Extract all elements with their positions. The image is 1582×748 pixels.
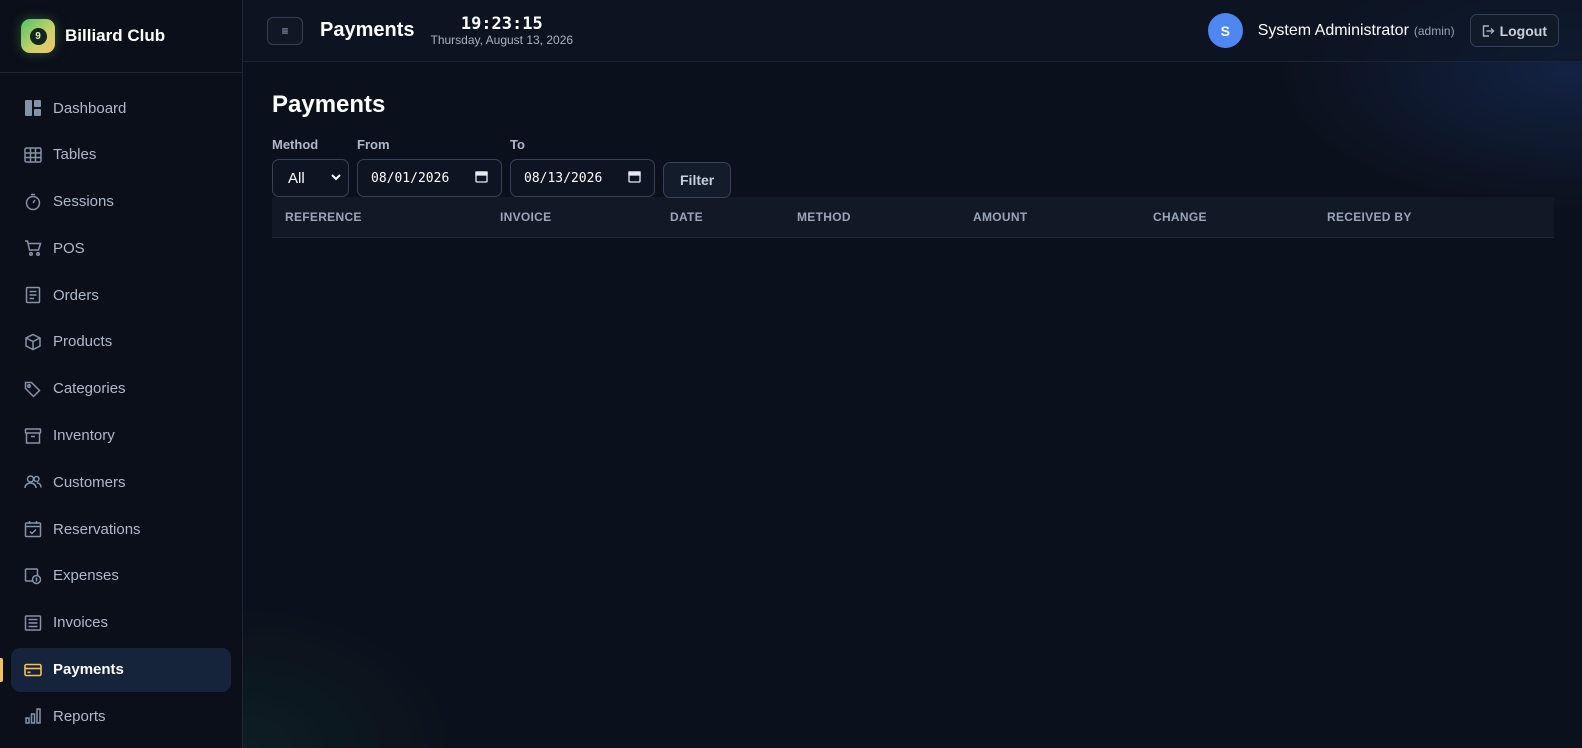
sidebar-item-reports[interactable]: Reports <box>11 694 231 738</box>
box-icon <box>23 332 43 352</box>
user-name: System Administrator <box>1257 21 1409 39</box>
sidebar-item-label: Payments <box>53 661 124 679</box>
clock: 19:23:15 Thursday, August 13, 2026 <box>431 15 574 47</box>
sidebar-item-expenses[interactable]: Expenses <box>11 554 231 598</box>
from-field: From 08/01/2026 <box>357 137 502 197</box>
menu-toggle-button[interactable]: ≡ <box>267 16 303 45</box>
column-header-date[interactable]: DATE <box>657 210 784 224</box>
column-header-method[interactable]: METHOD <box>784 210 960 224</box>
bar-chart-icon <box>23 706 43 726</box>
column-header-reference[interactable]: REFERENCE <box>272 210 487 224</box>
sidebar-item-label: Inventory <box>53 427 115 445</box>
sidebar-item-pos[interactable]: POS <box>11 226 231 270</box>
calendar-icon[interactable] <box>475 170 488 187</box>
logout-label: Logout <box>1499 22 1547 39</box>
calendar-icon[interactable] <box>628 170 641 187</box>
method-select[interactable]: All <box>272 159 349 197</box>
sidebar-item-label: Tables <box>53 146 97 164</box>
sidebar-item-payments[interactable]: Payments <box>0 647 231 692</box>
clock-time: 19:23:15 <box>460 13 543 34</box>
to-date-value: 08/13/2026 <box>524 170 603 186</box>
sidebar-item-label: Expenses <box>53 567 119 585</box>
from-date-input[interactable]: 08/01/2026 <box>357 159 502 197</box>
main-area: ≡ Payments 19:23:15 Thursday, August 13,… <box>243 0 1582 748</box>
calendar-check-icon <box>23 519 43 539</box>
receipt-icon <box>23 285 43 305</box>
logo-glyph: 9 <box>29 27 47 45</box>
cart-icon <box>23 238 43 258</box>
payments-table: REFERENCE INVOICE DATE METHOD AMOUNT CHA… <box>272 197 1554 238</box>
brand[interactable]: 9 Billiard Club <box>0 0 242 73</box>
sidebar-item-products[interactable]: Products <box>11 320 231 364</box>
sidebar-item-sessions[interactable]: Sessions <box>11 180 231 224</box>
sidebar-item-dashboard[interactable]: Dashboard <box>11 86 231 130</box>
sidebar-item-label: POS <box>53 239 85 257</box>
to-label: To <box>510 137 525 152</box>
sidebar-nav: Dashboard Tables Sessions POS Orders Pro… <box>0 73 242 738</box>
filter-button[interactable]: Filter <box>663 162 732 198</box>
credit-card-icon <box>23 660 43 680</box>
method-value: All <box>288 169 305 187</box>
sidebar-item-label: Reservations <box>53 520 141 538</box>
sidebar-item-reservations[interactable]: Reservations <box>11 507 231 551</box>
dashboard-icon <box>23 98 43 118</box>
sidebar-item-orders[interactable]: Orders <box>11 273 231 317</box>
clock-date: Thursday, August 13, 2026 <box>430 32 574 47</box>
sidebar-item-tables[interactable]: Tables <box>11 133 231 177</box>
sidebar-item-label: Categories <box>53 380 126 398</box>
sidebar-item-label: Customers <box>53 473 126 491</box>
sidebar-item-label: Products <box>53 333 113 351</box>
expense-icon <box>23 566 43 586</box>
hamburger-icon: ≡ <box>281 23 289 38</box>
to-field: To 08/13/2026 <box>510 137 655 197</box>
logout-icon <box>1481 24 1495 38</box>
topbar: ≡ Payments 19:23:15 Thursday, August 13,… <box>243 0 1582 62</box>
stopwatch-icon <box>23 192 43 212</box>
column-header-invoice[interactable]: INVOICE <box>487 210 657 224</box>
users-icon <box>23 472 43 492</box>
page-content: Payments Method All From 08/01/2026 To 0… <box>243 62 1582 238</box>
invoice-icon <box>23 613 43 633</box>
sidebar-item-inventory[interactable]: Inventory <box>11 414 231 458</box>
sidebar-item-invoices[interactable]: Invoices <box>11 601 231 645</box>
from-date-value: 08/01/2026 <box>371 170 450 186</box>
topbar-title: Payments <box>320 19 415 41</box>
active-indicator <box>0 657 3 682</box>
sidebar-item-label: Sessions <box>53 193 114 211</box>
column-header-amount[interactable]: AMOUNT <box>960 210 1140 224</box>
user-area: S System Administrator (admin) Logout <box>1207 13 1559 48</box>
archive-icon <box>23 426 43 446</box>
sidebar-item-label: Invoices <box>53 614 109 632</box>
page-title: Payments <box>272 91 386 118</box>
sidebar: 9 Billiard Club Dashboard Tables Session… <box>0 0 243 748</box>
user-role: (admin) <box>1413 23 1455 38</box>
column-header-received-by[interactable]: RECEIVED BY <box>1314 210 1514 224</box>
table-header: REFERENCE INVOICE DATE METHOD AMOUNT CHA… <box>272 197 1554 238</box>
chevron-down-icon <box>330 170 342 187</box>
sidebar-item-categories[interactable]: Categories <box>11 367 231 411</box>
logout-button[interactable]: Logout <box>1469 14 1559 47</box>
sidebar-item-customers[interactable]: Customers <box>11 460 231 504</box>
filter-bar: Method All From 08/01/2026 To 08/13/2026… <box>272 137 1554 198</box>
column-header-change[interactable]: CHANGE <box>1140 210 1314 224</box>
sidebar-item-label: Dashboard <box>53 99 127 117</box>
avatar[interactable]: S <box>1207 13 1243 48</box>
to-date-input[interactable]: 08/13/2026 <box>510 159 655 197</box>
method-label: Method <box>272 137 319 152</box>
brand-name: Billiard Club <box>65 26 166 45</box>
table-grid-icon <box>23 145 43 165</box>
method-field: Method All <box>272 137 349 197</box>
billiard-ball-icon: 9 <box>21 19 55 53</box>
from-label: From <box>357 137 390 152</box>
sidebar-item-label: Orders <box>53 286 99 304</box>
tag-icon <box>23 379 43 399</box>
sidebar-item-label: Reports <box>53 707 106 725</box>
